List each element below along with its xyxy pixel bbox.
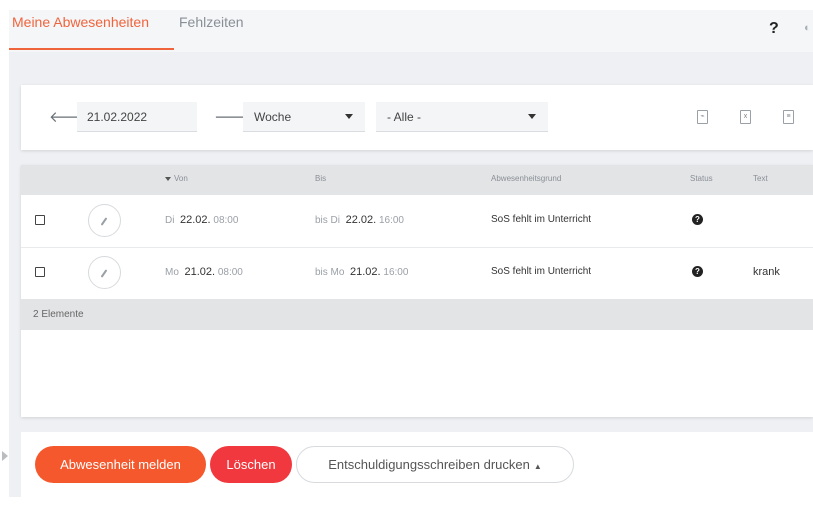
von-cell: Mo 21.02. 08:00	[165, 266, 243, 278]
pdf-export-icon[interactable]: ⌁	[697, 110, 708, 124]
pencil-icon	[100, 217, 108, 226]
column-label: Von	[174, 174, 188, 183]
edit-button[interactable]	[88, 204, 121, 237]
von-cell: Di 22.02. 08:00	[165, 214, 238, 226]
delete-button[interactable]: Löschen	[210, 446, 292, 483]
chevron-down-icon	[345, 114, 353, 119]
column-header-bis[interactable]: Bis	[315, 174, 326, 183]
question-icon[interactable]: ?	[769, 20, 779, 38]
pencil-icon	[100, 269, 108, 278]
tab-meine-abwesenheiten[interactable]: Meine Abwesenheiten	[12, 14, 149, 30]
period-select-value: Woche	[254, 110, 292, 124]
print-excuse-button[interactable]: Entschuldigungsschreiben drucken ▲	[296, 446, 574, 483]
chevron-down-icon	[528, 114, 536, 119]
bis-date: 22.02.	[345, 214, 377, 226]
von-day: Di	[165, 215, 175, 226]
status-question-icon: ?	[692, 266, 703, 277]
eye-icon[interactable]: ◐	[804, 22, 811, 34]
bis-cell: bis Mo 21.02. 16:00	[315, 266, 408, 278]
status-question-icon: ?	[692, 214, 703, 225]
absence-table	[21, 165, 813, 417]
bis-date: 21.02.	[350, 266, 381, 278]
bis-time: 16:00	[383, 267, 409, 278]
csv-export-icon[interactable]: ≡	[783, 110, 794, 124]
von-date: 22.02.	[180, 214, 211, 226]
caret-up-icon: ▲	[533, 462, 542, 471]
print-excuse-label: Entschuldigungsschreiben drucken	[328, 457, 530, 472]
text-cell: krank	[753, 266, 780, 278]
edit-button[interactable]	[88, 256, 121, 289]
von-time: 08:00	[217, 267, 243, 278]
reason-cell: SoS fehlt im Unterricht	[491, 214, 592, 225]
row-checkbox[interactable]	[35, 215, 45, 225]
table-footer	[21, 299, 813, 330]
excel-export-icon[interactable]: x	[740, 110, 751, 124]
period-select[interactable]: Woche	[243, 102, 365, 132]
column-header-grund[interactable]: Abwesenheitsgrund	[491, 174, 561, 183]
column-header-status[interactable]: Status	[690, 174, 713, 183]
bis-time: 16:00	[378, 215, 404, 226]
item-count: 2 Elemente	[33, 309, 84, 320]
bis-cell: bis Di 22.02. 16:00	[315, 214, 404, 226]
column-header-von[interactable]: Von	[165, 174, 188, 183]
row-checkbox[interactable]	[35, 267, 45, 277]
column-header-text[interactable]: Text	[753, 174, 768, 183]
von-day: Mo	[165, 267, 179, 278]
bis-prefix: bis Mo	[315, 267, 345, 278]
sort-desc-icon	[165, 176, 171, 181]
von-time: 08:00	[213, 215, 239, 226]
date-input[interactable]	[77, 102, 197, 132]
category-select-value: - Alle -	[387, 110, 422, 124]
report-absence-button[interactable]: Abwesenheit melden	[35, 446, 206, 483]
bis-prefix: bis Di	[315, 215, 341, 226]
reason-cell: SoS fehlt im Unterricht	[491, 266, 592, 277]
active-tab-indicator	[9, 48, 174, 50]
tab-fehlzeiten[interactable]: Fehlzeiten	[179, 14, 244, 30]
row-divider	[21, 247, 813, 248]
collapse-handle-icon[interactable]	[2, 451, 8, 461]
von-date: 21.02.	[184, 266, 216, 278]
category-select[interactable]: - Alle -	[376, 102, 548, 132]
